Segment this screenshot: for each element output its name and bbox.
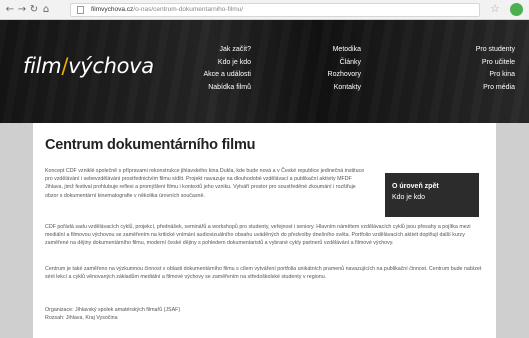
nav-column-2: Metodika Články Rozhovory Kontakty [328, 44, 361, 95]
nav-link-nabidka-filmu[interactable]: Nabídka filmů [204, 82, 251, 95]
sidebar-nav-box: O úroveň zpět Kdo je kdo [385, 173, 479, 217]
forward-icon[interactable]: → [16, 2, 28, 18]
nav-link-pro-ucitele[interactable]: Pro učitele [476, 57, 515, 70]
nav-link-rozhovory[interactable]: Rozhovory [328, 69, 361, 82]
main-content: Centrum dokumentárního filmu Koncept CDF… [33, 123, 496, 338]
nav-link-pro-kina[interactable]: Pro kina [476, 69, 515, 82]
nav-link-kontakty[interactable]: Kontakty [328, 82, 361, 95]
home-icon[interactable]: ⌂ [40, 2, 52, 18]
nav-link-jak-zacit[interactable]: Jak začít? [204, 44, 251, 57]
nav-column-3: Pro studenty Pro učitele Pro kina Pro mé… [476, 44, 515, 95]
nav-link-kdo-je-kdo[interactable]: Kdo je kdo [204, 57, 251, 70]
nav-link-akce[interactable]: Akce a události [204, 69, 251, 82]
level-up-link[interactable]: O úroveň zpět [392, 181, 472, 192]
url-domain: filmvychova.cz [91, 6, 134, 13]
nav-link-pro-studenty[interactable]: Pro studenty [476, 44, 515, 57]
nav-link-pro-media[interactable]: Pro média [476, 82, 515, 95]
extension-icon[interactable] [510, 3, 523, 16]
bookmark-star-icon[interactable]: ☆ [490, 2, 500, 15]
site-logo[interactable]: film/výchova [23, 54, 154, 78]
sidebar-link-kdo-je-kdo[interactable]: Kdo je kdo [392, 192, 472, 204]
activities-paragraph: CDF pořádá sadu vzdělávacích cyklů, proj… [45, 224, 471, 247]
browser-toolbar: ← → ↻ ⌂ filmvychova.cz/o-nas/centrum-dok… [0, 0, 529, 20]
back-icon[interactable]: ← [4, 2, 16, 18]
nav-column-1: Jak začít? Kdo je kdo Akce a události Na… [204, 44, 251, 95]
site-header: film/výchova Jak začít? Kdo je kdo Akce … [0, 20, 529, 123]
location-line: Rozsah: Jihlava, Kraj Vysočina [45, 315, 118, 321]
url-path: /o-nas/centrum-dokumentarniho-filmu/ [133, 6, 244, 13]
page-title: Centrum dokumentárního filmu [45, 137, 256, 153]
nav-link-metodika[interactable]: Metodika [328, 44, 361, 57]
research-paragraph: Centrum je také zaměřeno na výzkumnou či… [45, 266, 482, 281]
intro-paragraph: Koncept CDF vzniklé společně s přípravam… [45, 168, 365, 199]
address-bar[interactable]: filmvychova.cz/o-nas/centrum-dokumentarn… [70, 3, 480, 17]
logo-vychova: výchova [68, 54, 154, 78]
reload-icon[interactable]: ↻ [28, 2, 40, 18]
nav-link-clanky[interactable]: Články [328, 57, 361, 70]
logo-film: film [23, 54, 62, 78]
organizer-line: Organizace: Jihlavský spolek amatérských… [45, 307, 181, 313]
page-icon [77, 6, 84, 14]
